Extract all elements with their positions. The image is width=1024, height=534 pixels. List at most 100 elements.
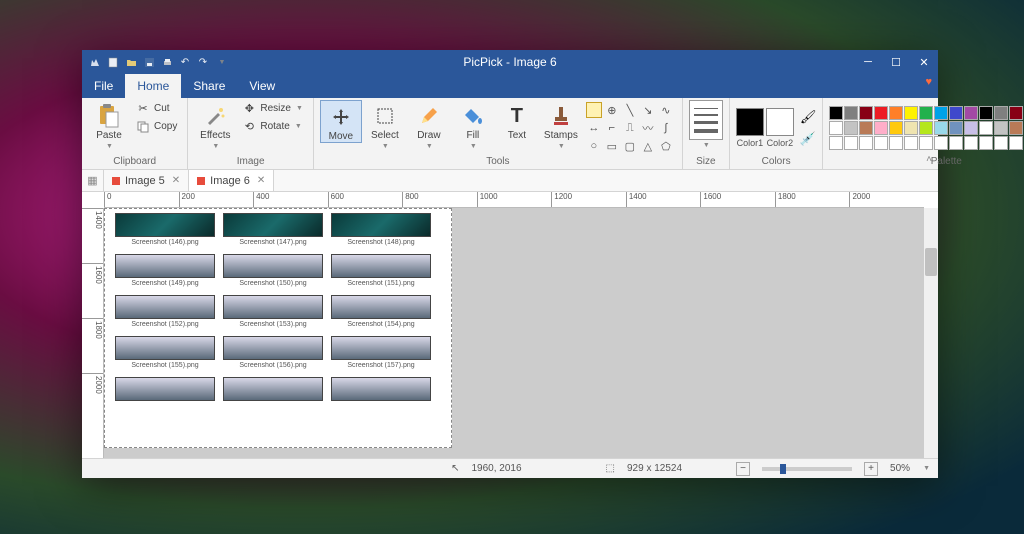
doc-tab-image5[interactable]: Image 5 ✕ bbox=[104, 170, 189, 191]
heart-icon[interactable]: ♥ bbox=[925, 76, 932, 88]
shape-double-arrow[interactable]: ↔ bbox=[586, 120, 602, 136]
grid-view-button[interactable]: ▦ bbox=[82, 170, 104, 191]
stamps-tool[interactable]: Stamps▼ bbox=[540, 100, 582, 150]
print-icon[interactable] bbox=[160, 55, 174, 69]
canvas[interactable]: Screenshot (146).png Screenshot (147).pn… bbox=[104, 208, 452, 448]
palette-color[interactable] bbox=[904, 106, 918, 120]
shape-polygon[interactable]: ⬠ bbox=[658, 138, 674, 154]
palette-color[interactable] bbox=[949, 136, 963, 150]
resize-button[interactable]: ✥ Resize▼ bbox=[238, 100, 307, 117]
palette-color[interactable] bbox=[919, 136, 933, 150]
zoom-dropdown-icon[interactable]: ▼ bbox=[923, 465, 930, 472]
paste-button[interactable]: Paste ▼ bbox=[88, 100, 130, 150]
maximize-button[interactable]: ☐ bbox=[882, 50, 910, 74]
vertical-scrollbar[interactable] bbox=[924, 208, 938, 458]
tab-view[interactable]: View bbox=[237, 74, 287, 98]
palette-color[interactable] bbox=[1009, 136, 1023, 150]
palette-color[interactable] bbox=[994, 136, 1008, 150]
palette-color[interactable] bbox=[859, 106, 873, 120]
new-icon[interactable] bbox=[106, 55, 120, 69]
zoom-out-button[interactable]: − bbox=[736, 462, 750, 476]
palette-color[interactable] bbox=[979, 121, 993, 135]
palette-color[interactable] bbox=[979, 106, 993, 120]
shape-polyline[interactable]: ⎍ bbox=[622, 120, 638, 136]
palette-color[interactable] bbox=[889, 106, 903, 120]
save-icon[interactable] bbox=[142, 55, 156, 69]
palette-color[interactable] bbox=[904, 136, 918, 150]
minimize-button[interactable]: ─ bbox=[854, 50, 882, 74]
cut-button[interactable]: ✂ Cut bbox=[132, 100, 181, 117]
shape-roundrect[interactable]: ▢ bbox=[622, 138, 638, 154]
zoom-slider[interactable] bbox=[762, 467, 852, 471]
shape-bezier[interactable]: 〰 bbox=[640, 120, 656, 136]
palette-color[interactable] bbox=[934, 121, 948, 135]
shape-rect[interactable]: ▭ bbox=[604, 138, 620, 154]
scroll-thumb[interactable] bbox=[925, 248, 937, 276]
palette-color[interactable] bbox=[964, 106, 978, 120]
brush-icon[interactable]: 🖌 bbox=[800, 109, 817, 125]
doc-tab-image6[interactable]: Image 6 ✕ bbox=[189, 170, 274, 191]
text-tool[interactable]: T Text bbox=[496, 100, 538, 141]
palette-color[interactable] bbox=[934, 106, 948, 120]
canvas-viewport[interactable]: Screenshot (146).png Screenshot (147).pn… bbox=[104, 208, 924, 458]
palette-color[interactable] bbox=[949, 106, 963, 120]
palette-color[interactable] bbox=[889, 136, 903, 150]
palette-color[interactable] bbox=[904, 121, 918, 135]
color1-button[interactable]: Color1 bbox=[736, 108, 764, 148]
palette-color[interactable] bbox=[859, 136, 873, 150]
qat-customize-icon[interactable]: ▼ bbox=[215, 55, 229, 69]
shape-freeform[interactable]: ∫ bbox=[658, 120, 674, 136]
palette-color[interactable] bbox=[874, 106, 888, 120]
close-button[interactable]: ✕ bbox=[910, 50, 938, 74]
select-tool[interactable]: Select▼ bbox=[364, 100, 406, 150]
eyedropper-icon[interactable]: 💉 bbox=[800, 131, 817, 147]
palette-color[interactable] bbox=[994, 106, 1008, 120]
shape-ellipse[interactable]: ○ bbox=[586, 138, 602, 154]
redo-icon[interactable]: ↷ bbox=[196, 55, 210, 69]
copy-button[interactable]: Copy bbox=[132, 118, 181, 135]
zoom-in-button[interactable]: + bbox=[864, 462, 878, 476]
palette-color[interactable] bbox=[829, 121, 843, 135]
tab-close-icon[interactable]: ✕ bbox=[257, 175, 265, 186]
tab-file[interactable]: File bbox=[82, 74, 125, 98]
undo-icon[interactable]: ↶ bbox=[178, 55, 192, 69]
palette-color[interactable] bbox=[874, 136, 888, 150]
tab-home[interactable]: Home bbox=[125, 74, 181, 98]
shapes-gallery[interactable]: ⊕ ╲ ↘ ∿ ↔ ⌐ ⎍ 〰 ∫ ○ ▭ ▢ △ ⬠ bbox=[584, 100, 676, 156]
tab-share[interactable]: Share bbox=[181, 74, 237, 98]
palette-color[interactable] bbox=[949, 121, 963, 135]
palette-color[interactable] bbox=[844, 106, 858, 120]
shape-line[interactable]: ╲ bbox=[622, 102, 638, 118]
palette-color[interactable] bbox=[1009, 121, 1023, 135]
shape-arrow[interactable]: ↘ bbox=[640, 102, 656, 118]
palette-color[interactable] bbox=[829, 106, 843, 120]
shape-triangle[interactable]: △ bbox=[640, 138, 656, 154]
palette-color[interactable] bbox=[919, 121, 933, 135]
palette-color[interactable] bbox=[874, 121, 888, 135]
palette-color[interactable] bbox=[889, 121, 903, 135]
fill-tool[interactable]: Fill▼ bbox=[452, 100, 494, 150]
open-icon[interactable] bbox=[124, 55, 138, 69]
palette-color[interactable] bbox=[964, 136, 978, 150]
palette-color[interactable] bbox=[1009, 106, 1023, 120]
palette-color[interactable] bbox=[979, 136, 993, 150]
size-dropdown[interactable] bbox=[689, 100, 723, 140]
palette-color[interactable] bbox=[859, 121, 873, 135]
palette-color[interactable] bbox=[994, 121, 1008, 135]
palette-color[interactable] bbox=[829, 136, 843, 150]
draw-tool[interactable]: Draw▼ bbox=[408, 100, 450, 150]
palette-grid[interactable] bbox=[829, 106, 1024, 150]
ribbon-collapse-icon[interactable]: ˄ bbox=[926, 154, 932, 165]
shape-target[interactable]: ⊕ bbox=[604, 102, 620, 118]
shape-curve[interactable]: ∿ bbox=[658, 102, 674, 118]
palette-color[interactable] bbox=[844, 136, 858, 150]
palette-color[interactable] bbox=[964, 121, 978, 135]
move-tool[interactable]: Move bbox=[320, 100, 362, 143]
palette-color[interactable] bbox=[934, 136, 948, 150]
palette-color[interactable] bbox=[844, 121, 858, 135]
rotate-button[interactable]: ⟲ Rotate▼ bbox=[238, 118, 307, 135]
shape-connector[interactable]: ⌐ bbox=[604, 120, 620, 136]
palette-color[interactable] bbox=[919, 106, 933, 120]
color2-button[interactable]: Color2 bbox=[766, 108, 794, 148]
tab-close-icon[interactable]: ✕ bbox=[172, 175, 180, 186]
